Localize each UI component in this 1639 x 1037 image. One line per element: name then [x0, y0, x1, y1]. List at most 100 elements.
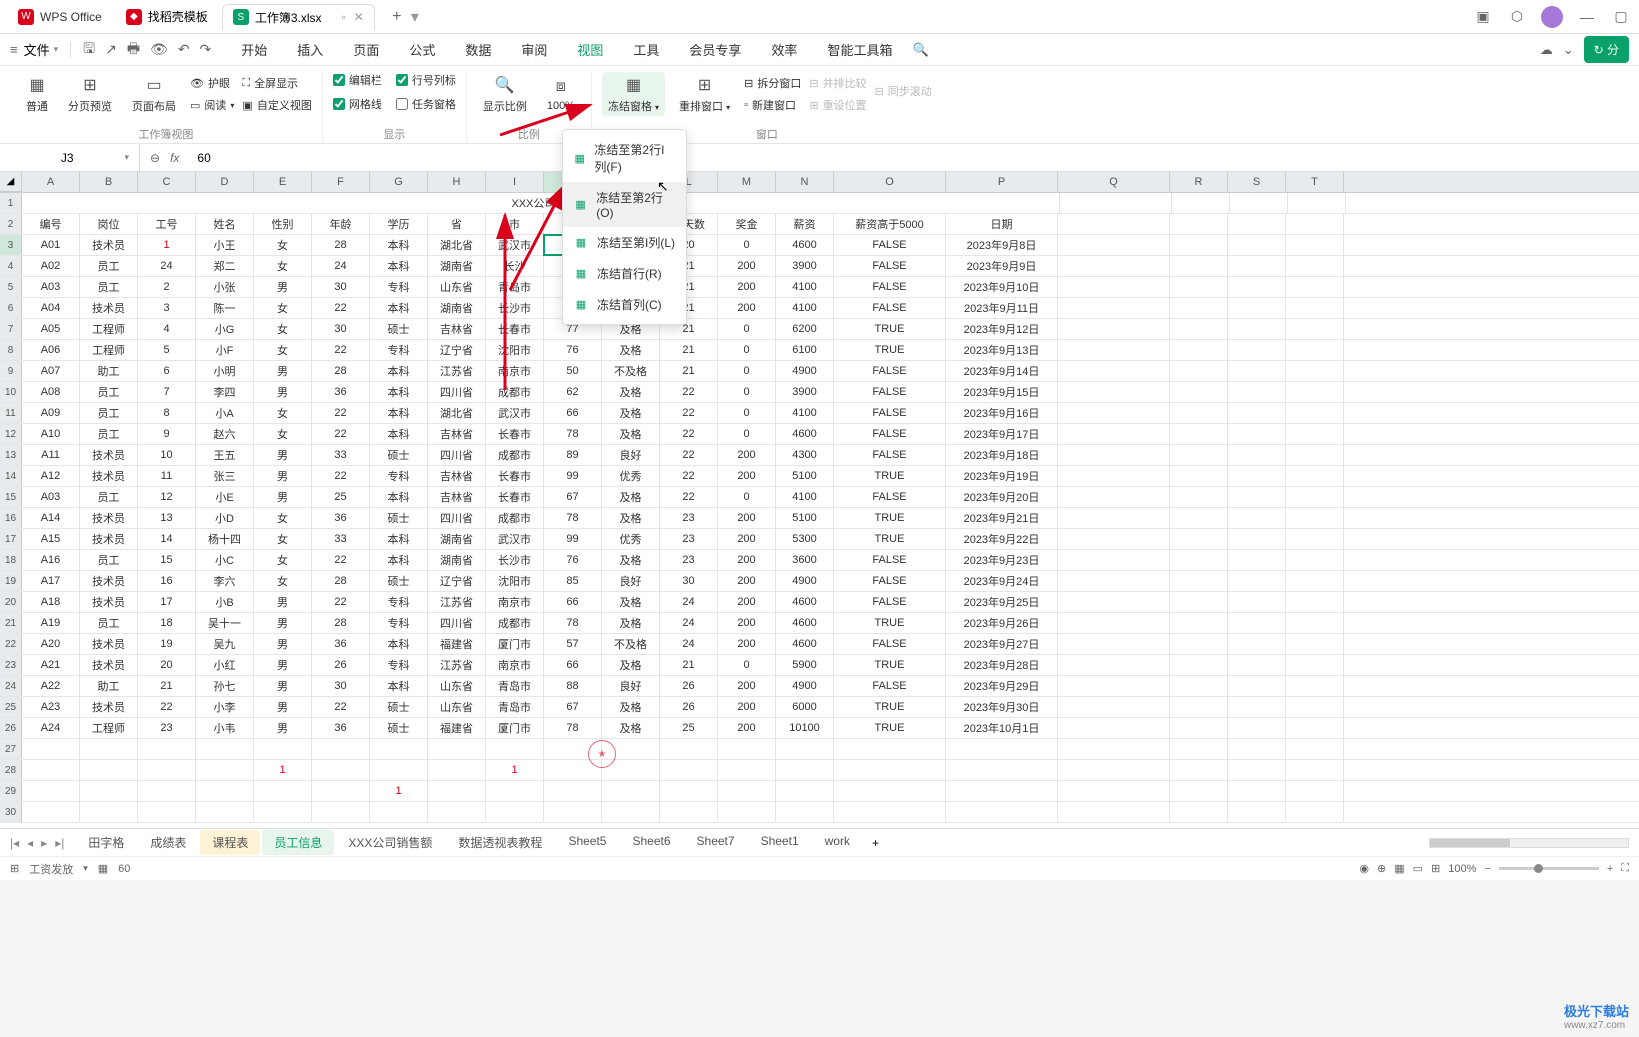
zoom-ratio-button[interactable]: 🔍显示比例	[477, 72, 533, 116]
cell[interactable]: 24	[312, 256, 370, 276]
cell[interactable]: 助工	[80, 676, 138, 696]
cell[interactable]: A17	[22, 571, 80, 591]
cell[interactable]: 及格	[602, 403, 660, 423]
eye-protect-button[interactable]: 👁护眼	[190, 75, 234, 91]
cell[interactable]	[1058, 424, 1170, 444]
cell[interactable]	[1058, 403, 1170, 423]
row-header[interactable]: 5	[0, 277, 22, 297]
cell[interactable]: A23	[22, 697, 80, 717]
cell[interactable]: 武汉市	[486, 403, 544, 423]
cell[interactable]	[1170, 424, 1228, 444]
cell[interactable]: A03	[22, 277, 80, 297]
cell[interactable]: 23	[138, 718, 196, 738]
cell[interactable]	[1170, 697, 1228, 717]
cell[interactable]: 200	[718, 676, 776, 696]
cell[interactable]: 200	[718, 550, 776, 570]
cell[interactable]: 1	[254, 760, 312, 780]
cell[interactable]: 男	[254, 592, 312, 612]
cell[interactable]: A15	[22, 529, 80, 549]
cell[interactable]: 36	[312, 718, 370, 738]
cell[interactable]	[834, 781, 946, 801]
cell[interactable]: 男	[254, 676, 312, 696]
row-header[interactable]: 9	[0, 361, 22, 381]
file-menu[interactable]: 文件▾	[24, 40, 59, 59]
cell[interactable]: 小C	[196, 550, 254, 570]
cell[interactable]: TRUE	[834, 655, 946, 675]
cell[interactable]: 专科	[370, 655, 428, 675]
cell[interactable]	[1170, 802, 1228, 822]
cell[interactable]: 78	[544, 718, 602, 738]
cell[interactable]	[1170, 445, 1228, 465]
cell[interactable]: 22	[312, 298, 370, 318]
cell[interactable]: 南京市	[486, 361, 544, 381]
row-header[interactable]: 7	[0, 319, 22, 339]
share-button[interactable]: ↻ 分	[1584, 36, 1629, 63]
cell[interactable]: 14	[138, 529, 196, 549]
cell[interactable]: 李四	[196, 382, 254, 402]
cell[interactable]: 26	[312, 655, 370, 675]
cell[interactable]: FALSE	[834, 361, 946, 381]
cell[interactable]	[1058, 802, 1170, 822]
cell[interactable]: 沈阳市	[486, 571, 544, 591]
row-header[interactable]: 29	[0, 781, 22, 801]
cell[interactable]: 2023年9月16日	[946, 403, 1058, 423]
cell[interactable]: 技术员	[80, 235, 138, 255]
cell[interactable]	[1228, 613, 1286, 633]
panel-icon[interactable]: ▣	[1473, 7, 1493, 27]
cell[interactable]: 12	[138, 487, 196, 507]
page-preview-button[interactable]: ⊞分页预览	[62, 72, 118, 116]
cell[interactable]: 67	[544, 697, 602, 717]
cell[interactable]: 员工	[80, 403, 138, 423]
row-header[interactable]: 17	[0, 529, 22, 549]
menu-tab-7[interactable]: 工具	[633, 40, 659, 59]
cell[interactable]: 湖北省	[428, 235, 486, 255]
cell[interactable]: 2023年9月12日	[946, 319, 1058, 339]
zoom-in-icon[interactable]: +	[1607, 863, 1613, 875]
cell[interactable]: 0	[718, 235, 776, 255]
h-scrollbar[interactable]	[1429, 838, 1629, 848]
cell[interactable]: 良好	[602, 676, 660, 696]
cell[interactable]	[428, 802, 486, 822]
cell[interactable]: 2023年9月18日	[946, 445, 1058, 465]
cell[interactable]: 男	[254, 655, 312, 675]
menu-tab-2[interactable]: 页面	[353, 40, 379, 59]
cell[interactable]: FALSE	[834, 382, 946, 402]
cell[interactable]: 21	[660, 340, 718, 360]
cell[interactable]	[80, 781, 138, 801]
cell[interactable]	[1286, 781, 1344, 801]
search-icon[interactable]: 🔍	[912, 42, 928, 58]
cell[interactable]: 36	[312, 508, 370, 528]
cell[interactable]	[1228, 214, 1286, 234]
cell[interactable]: TRUE	[834, 508, 946, 528]
cell[interactable]: 1	[370, 781, 428, 801]
cell[interactable]: 2023年9月10日	[946, 277, 1058, 297]
cell[interactable]	[254, 781, 312, 801]
row-header[interactable]: 23	[0, 655, 22, 675]
col-header-T[interactable]: T	[1286, 172, 1344, 192]
cell[interactable]	[1170, 571, 1228, 591]
cell[interactable]	[1286, 697, 1344, 717]
cell[interactable]: A02	[22, 256, 80, 276]
cell[interactable]: 沈阳市	[486, 340, 544, 360]
cell[interactable]: 专科	[370, 613, 428, 633]
cell[interactable]: 16	[138, 571, 196, 591]
cell[interactable]: 女	[254, 571, 312, 591]
cell[interactable]: 22	[312, 340, 370, 360]
cell[interactable]: 200	[718, 613, 776, 633]
sheet-tab[interactable]: Sheet6	[620, 830, 682, 855]
cell[interactable]: 22	[660, 424, 718, 444]
cell[interactable]: 长春市	[486, 424, 544, 444]
cell[interactable]: 200	[718, 571, 776, 591]
menu-tab-5[interactable]: 审阅	[521, 40, 547, 59]
cell[interactable]	[1058, 718, 1170, 738]
cell[interactable]	[1286, 340, 1344, 360]
select-all-corner[interactable]: ◢	[0, 172, 22, 192]
cell[interactable]: FALSE	[834, 298, 946, 318]
cell[interactable]: 0	[718, 319, 776, 339]
cell[interactable]: 山东省	[428, 697, 486, 717]
export-icon[interactable]: ↗	[105, 41, 117, 58]
new-tab-button[interactable]: +	[387, 8, 407, 26]
cell[interactable]: A06	[22, 340, 80, 360]
cell[interactable]: 2023年9月28日	[946, 655, 1058, 675]
cell[interactable]	[312, 739, 370, 759]
